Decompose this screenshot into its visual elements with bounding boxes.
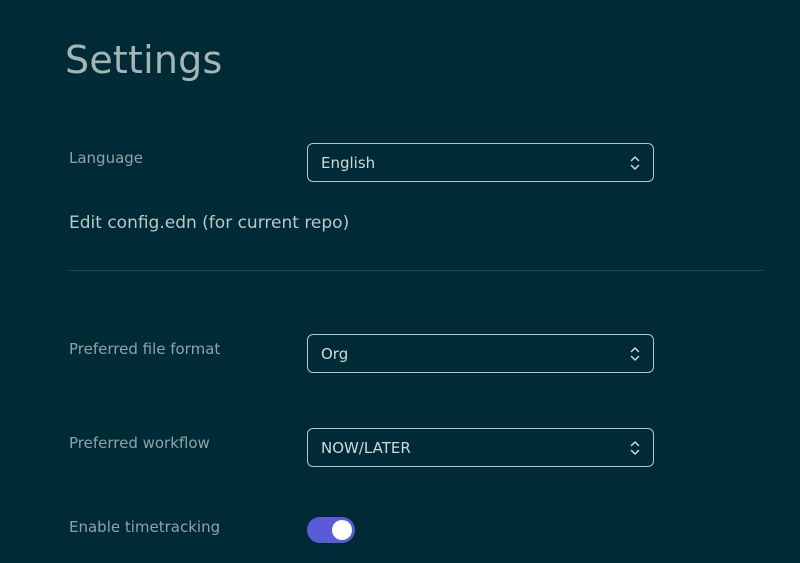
workflow-select-value: NOW/LATER bbox=[321, 438, 411, 457]
section-divider bbox=[69, 270, 764, 271]
chevron-updown-icon bbox=[630, 346, 640, 361]
file-format-select-value: Org bbox=[321, 344, 349, 363]
chevron-updown-icon bbox=[630, 155, 640, 170]
workflow-select[interactable]: NOW/LATER bbox=[307, 428, 654, 467]
language-select-value: English bbox=[321, 153, 376, 172]
page-title: Settings bbox=[65, 38, 223, 82]
timetracking-label: Enable timetracking bbox=[69, 518, 221, 536]
edit-config-link[interactable]: Edit config.edn (for current repo) bbox=[69, 213, 349, 233]
language-select[interactable]: English bbox=[307, 143, 654, 182]
language-label: Language bbox=[69, 149, 144, 167]
toggle-knob bbox=[332, 520, 352, 540]
workflow-label: Preferred workflow bbox=[69, 434, 210, 452]
file-format-select[interactable]: Org bbox=[307, 334, 654, 373]
chevron-updown-icon bbox=[630, 440, 640, 455]
timetracking-toggle[interactable] bbox=[307, 517, 355, 543]
file-format-label: Preferred file format bbox=[69, 340, 221, 358]
